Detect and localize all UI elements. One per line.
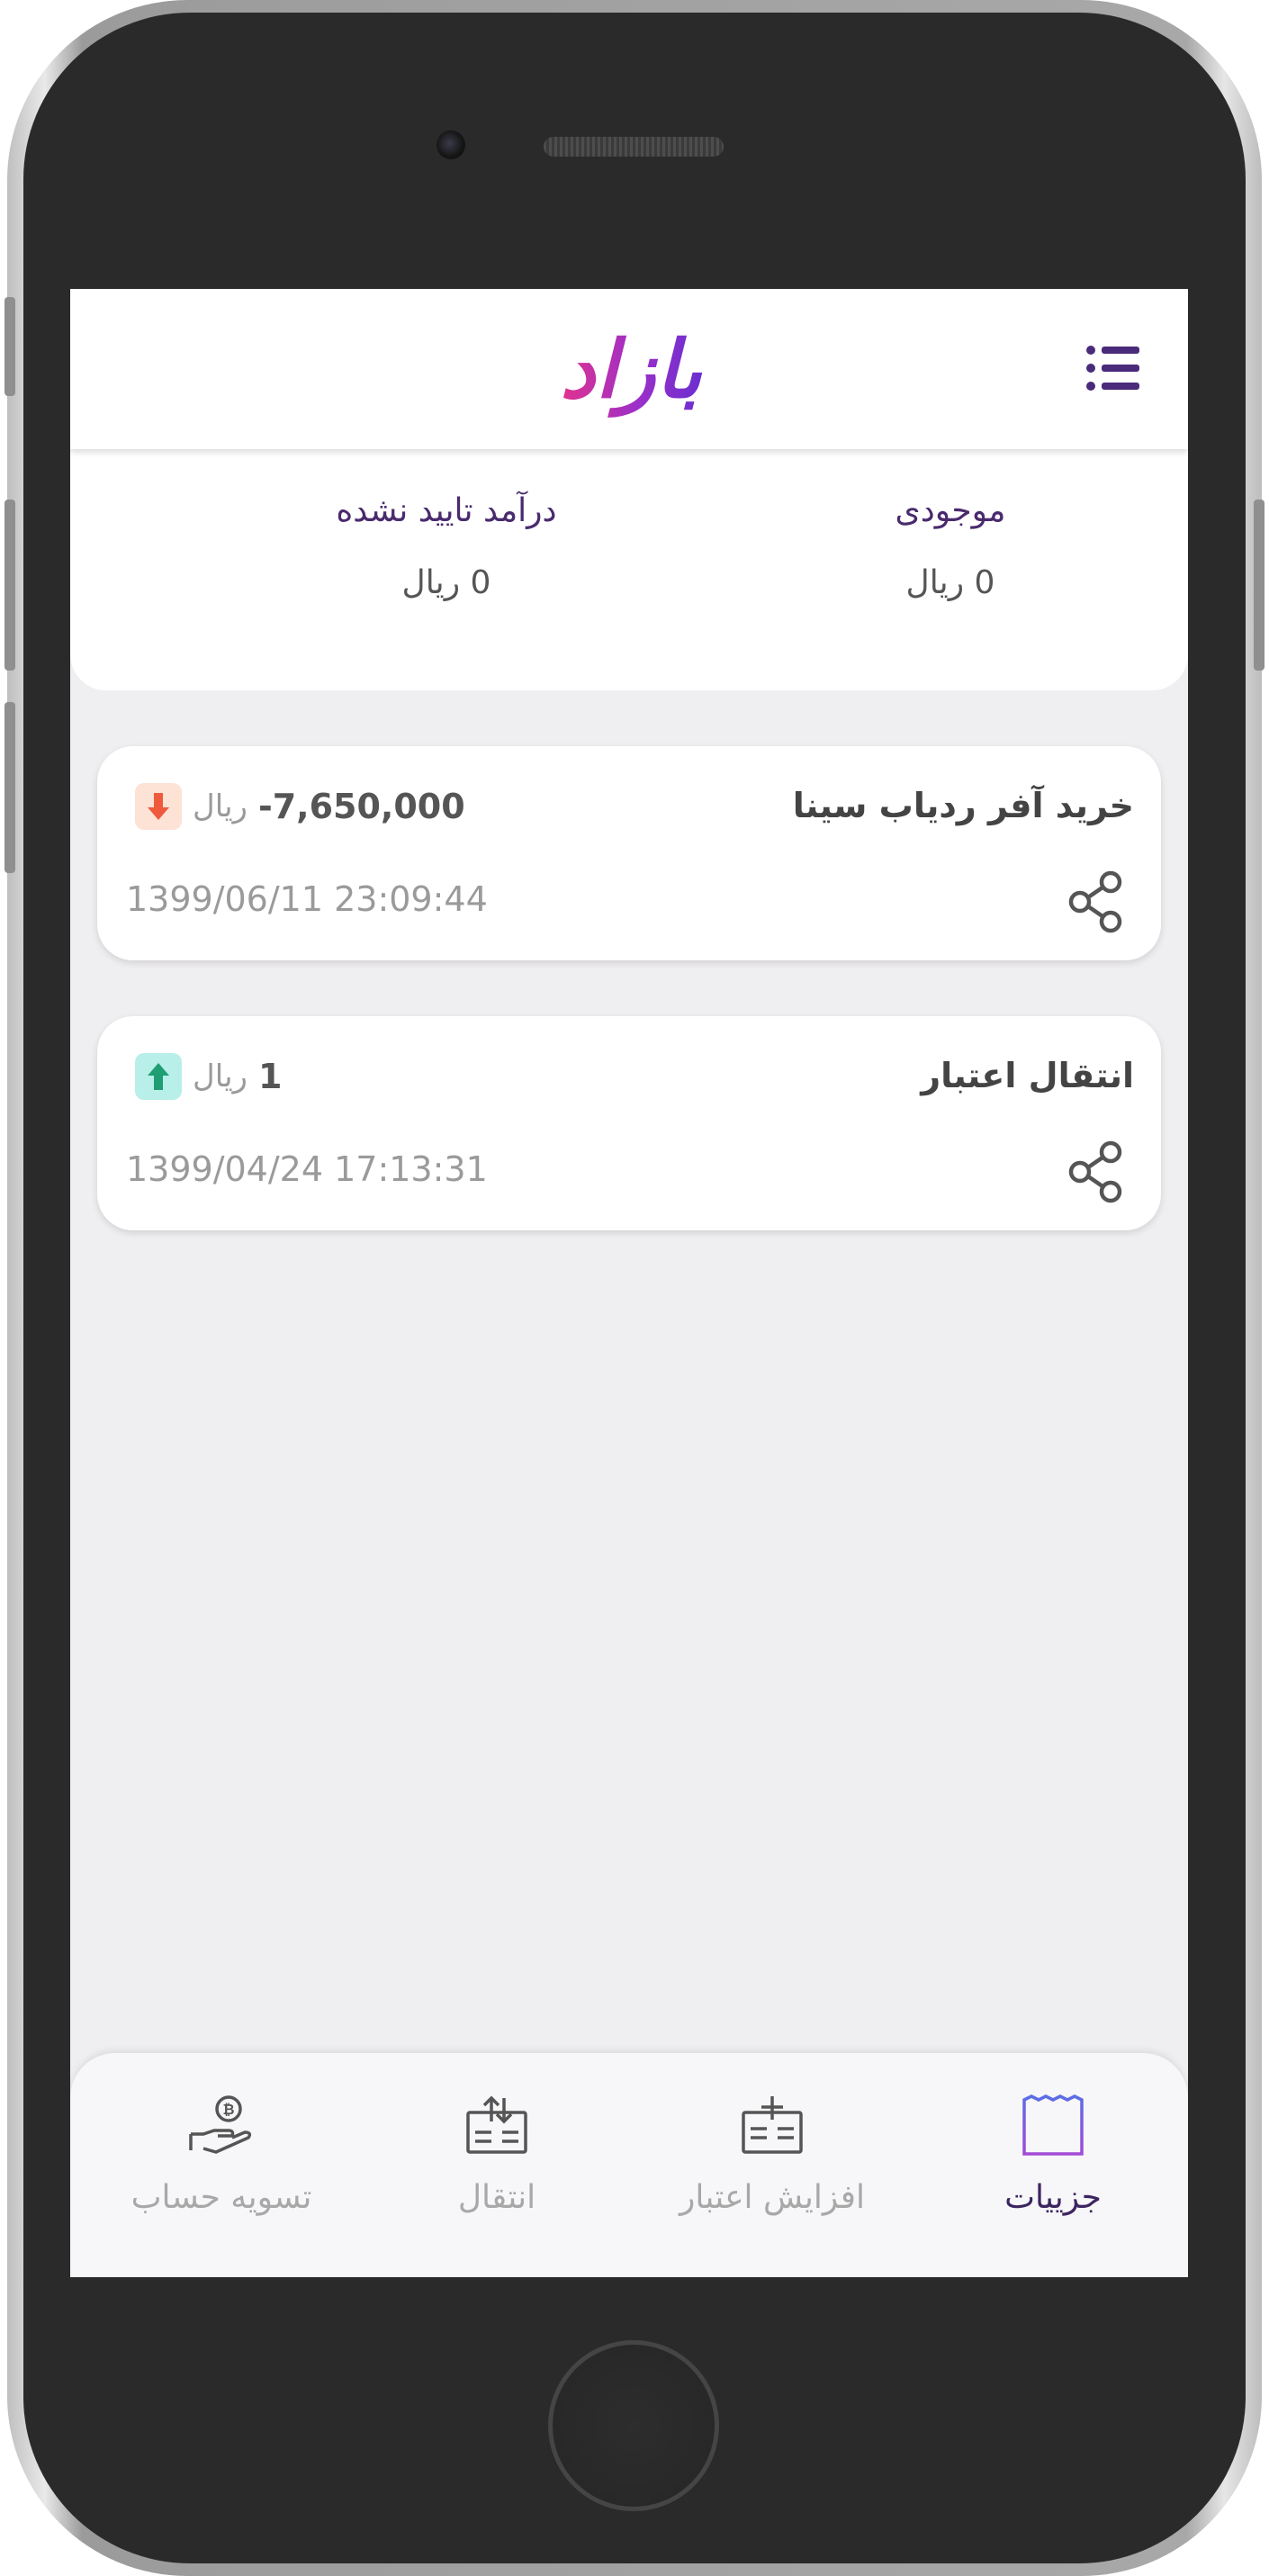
arrow-up-icon (135, 1053, 182, 1100)
app-screen: بازاد موجودی 0 ریال درآمد تایید نشده 0 ر… (70, 289, 1188, 2277)
transaction-date: 1399/04/24 17:13:31 (126, 1149, 488, 1189)
transaction-title: انتقال اعتبار (921, 1056, 1134, 1095)
transaction-currency: ریال (193, 1058, 248, 1094)
transaction-amount: 1 (257, 1057, 283, 1096)
app-header: بازاد (70, 289, 1188, 449)
nav-details-label: جزییات (1004, 2179, 1102, 2216)
nav-add-credit[interactable]: افزایش اعتبار (637, 2053, 907, 2277)
balance-value: 0 ریال (905, 564, 995, 601)
power-button (1254, 500, 1264, 671)
speaker-grille (544, 137, 724, 157)
balance-label: موجودی (895, 492, 1006, 529)
transaction-date: 1399/06/11 23:09:44 (126, 879, 488, 919)
hand-coin-icon: ₿ (189, 2095, 252, 2154)
transaction-card[interactable]: خرید آفر ردیاب سینا ریال -7,650,000 1399… (97, 746, 1161, 960)
transaction-title: خرید آفر ردیاب سینا (792, 786, 1134, 825)
nav-add-credit-label: افزایش اعتبار (680, 2179, 865, 2216)
add-credit-icon (742, 2096, 803, 2154)
unconfirmed-income-value: 0 ریال (401, 564, 491, 601)
arrow-down-icon (135, 783, 182, 830)
menu-icon[interactable] (1085, 345, 1141, 392)
share-icon[interactable] (1067, 870, 1125, 933)
transaction-amount-group: ریال -7,650,000 (135, 782, 465, 831)
nav-transfer-label: انتقال (457, 2179, 536, 2216)
transfer-icon (466, 2095, 527, 2154)
share-icon[interactable] (1067, 1140, 1125, 1203)
volume-up-button (4, 500, 15, 671)
transaction-currency: ریال (193, 788, 248, 824)
nav-settlement[interactable]: ₿ تسویه حساب (86, 2053, 356, 2277)
receipt-icon (1022, 2094, 1084, 2156)
front-camera (436, 131, 465, 159)
nav-details[interactable]: جزییات (918, 2053, 1188, 2277)
transaction-amount-group: ریال 1 (135, 1052, 282, 1101)
transaction-card[interactable]: انتقال اعتبار ریال 1 1399/04/24 17:13:31 (97, 1016, 1161, 1230)
transaction-amount: -7,650,000 (257, 787, 465, 826)
bottom-nav: جزییات افزایش اعتبار انتقال ₿ تسویه حساب (70, 2053, 1188, 2277)
unconfirmed-income-label: درآمد تایید نشده (336, 492, 557, 529)
home-button[interactable] (548, 2340, 719, 2511)
nav-settlement-label: تسویه حساب (130, 2179, 312, 2216)
svg-text:₿: ₿ (222, 2101, 234, 2118)
nav-transfer[interactable]: انتقال (362, 2053, 632, 2277)
svg-text:بازاد: بازاد (560, 323, 703, 418)
app-logo: بازاد (560, 323, 703, 418)
side-button (4, 297, 15, 396)
volume-down-button (4, 702, 15, 873)
balance-panel: موجودی 0 ریال درآمد تایید نشده 0 ریال (70, 449, 1188, 690)
